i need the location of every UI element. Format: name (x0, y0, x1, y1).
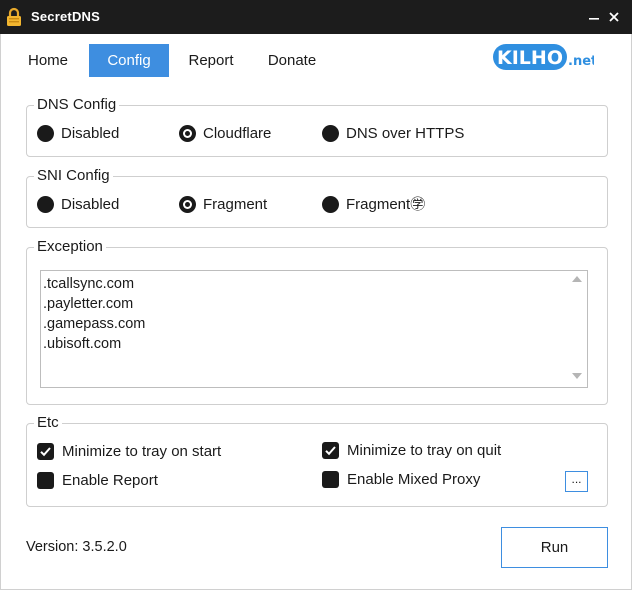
minimize-icon[interactable] (584, 7, 604, 27)
checkbox-checked-icon (37, 443, 54, 460)
scroll-down-arrow-icon[interactable] (572, 373, 582, 379)
enable-report-checkbox[interactable]: Enable Report (37, 471, 187, 491)
enable-report-label: Enable Report (62, 472, 158, 489)
window-title: SecretDNS (31, 9, 100, 24)
exception-entry: .payletter.com (43, 296, 134, 312)
close-icon[interactable] (604, 7, 624, 27)
sni-radio-disabled[interactable]: Disabled (37, 195, 147, 215)
exception-entry: .gamepass.com (43, 316, 146, 332)
radio-checked-icon (179, 196, 196, 213)
exception-entry: .tcallsync.com (43, 276, 135, 292)
dns-radio-disabled-label: Disabled (61, 125, 120, 142)
sni-radio-fragment-label: Fragment (203, 196, 268, 213)
logo-suffix: .net (568, 54, 594, 69)
minimize-on-start-checkbox[interactable]: Minimize to tray on start (37, 442, 237, 462)
minimize-on-start-label: Minimize to tray on start (62, 443, 222, 460)
exception-list: .tcallsync.com .payletter.com .gamepass.… (43, 274, 145, 354)
radio-unchecked-icon (322, 196, 339, 213)
scroll-up-arrow-icon[interactable] (572, 276, 582, 282)
tab-home[interactable]: Home (18, 44, 78, 77)
checkbox-unchecked-icon (322, 471, 339, 488)
sni-radio-fragment-test-label: Fragment㊫ (346, 196, 426, 213)
etc-group: Etc (26, 413, 608, 507)
sni-config-label: SNI Config (34, 166, 113, 186)
mixed-proxy-settings-button[interactable]: ... (565, 471, 588, 492)
radio-unchecked-icon (37, 125, 54, 142)
kilho-logo[interactable]: KILHO .net (492, 43, 594, 71)
minimize-on-quit-checkbox[interactable]: Minimize to tray on quit (322, 441, 522, 461)
dns-radio-cloudflare-label: Cloudflare (203, 125, 272, 142)
version-text: Version: 3.5.2.0 (26, 539, 127, 555)
dns-config-label: DNS Config (34, 95, 120, 115)
sni-radio-fragment[interactable]: Fragment (179, 195, 299, 215)
lock-icon (7, 7, 21, 26)
dns-radio-doh[interactable]: DNS over HTTPS (322, 124, 482, 144)
tab-report[interactable]: Report (180, 44, 242, 77)
dns-radio-doh-label: DNS over HTTPS (346, 125, 465, 142)
enable-mixed-proxy-label: Enable Mixed Proxy (347, 471, 481, 488)
checkbox-checked-icon (322, 442, 339, 459)
etc-label: Etc (34, 413, 62, 433)
tab-donate[interactable]: Donate (258, 44, 326, 77)
dns-radio-disabled[interactable]: Disabled (37, 124, 147, 144)
title-bar: SecretDNS (0, 0, 632, 34)
radio-checked-icon (179, 125, 196, 142)
sni-radio-disabled-label: Disabled (61, 196, 120, 213)
tab-config[interactable]: Config (89, 44, 169, 77)
checkbox-unchecked-icon (37, 472, 54, 489)
logo-text: KILHO (497, 47, 563, 69)
enable-mixed-proxy-checkbox[interactable]: Enable Mixed Proxy (322, 470, 492, 490)
exception-entry: .ubisoft.com (43, 336, 122, 352)
radio-unchecked-icon (37, 196, 54, 213)
radio-unchecked-icon (322, 125, 339, 142)
minimize-on-quit-label: Minimize to tray on quit (347, 442, 502, 459)
run-button[interactable]: Run (501, 527, 608, 568)
exception-textarea[interactable]: .tcallsync.com .payletter.com .gamepass.… (40, 270, 588, 388)
dns-radio-cloudflare[interactable]: Cloudflare (179, 124, 299, 144)
sni-radio-fragment-test[interactable]: Fragment㊫ (322, 195, 442, 215)
exception-label: Exception (34, 237, 106, 257)
